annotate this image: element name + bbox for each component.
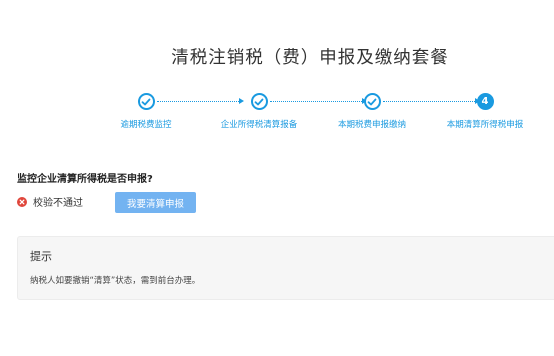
tip-title: 提示: [30, 250, 52, 263]
status-text: 校验不通过: [33, 198, 83, 209]
step-label: 本期清算所得税申报: [446, 120, 524, 130]
liquidation-declare-button[interactable]: 我要清算申报: [115, 192, 196, 213]
step-overdue-monitoring[interactable]: 逾期税费监控: [96, 93, 196, 130]
question-heading: 监控企业清算所得税是否申报?: [17, 174, 153, 185]
page-title: 清税注销税（费）申报及缴纳套餐: [171, 48, 449, 68]
step-label: 企业所得税清算报备: [220, 120, 298, 130]
step-current-tax-declaration[interactable]: 本期税费申报缴纳: [322, 93, 422, 130]
tip-panel: 提示 纳税人如要撤销“清算”状态，需到前台办理。: [17, 236, 554, 300]
page: 清税注销税（费）申报及缴纳套餐 逾期税费监控 企业所得税清算报备 本期税费申报缴…: [0, 0, 554, 356]
step-label: 本期税费申报缴纳: [337, 120, 406, 130]
step-cit-liquidation-filing[interactable]: 企业所得税清算报备: [209, 93, 309, 130]
step-liquidation-income-tax[interactable]: 4 本期清算所得税申报: [435, 93, 535, 130]
check-icon: [250, 93, 268, 110]
step-label: 逾期税费监控: [120, 120, 172, 130]
error-circle-icon: [17, 196, 27, 207]
validation-status: 校验不通过: [17, 194, 83, 209]
check-icon: [363, 93, 381, 110]
tip-text: 纳税人如要撤销“清算”状态，需到前台办理。: [30, 276, 201, 286]
step-number-badge: 4: [476, 93, 494, 110]
check-icon: [137, 93, 155, 110]
